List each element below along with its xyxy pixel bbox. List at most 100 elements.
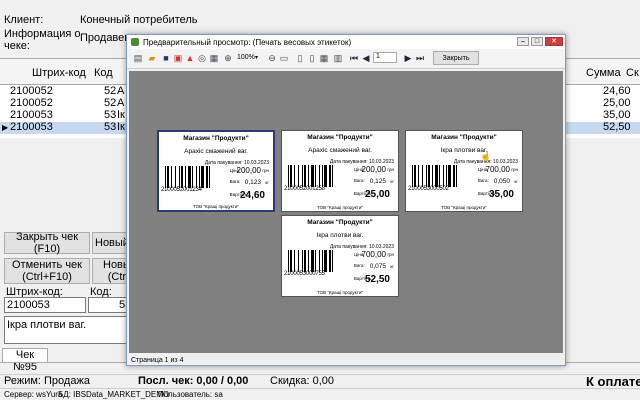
first-page-icon[interactable]: ⏮ <box>349 53 359 63</box>
page-status-text: Страница 1 из 4 <box>131 357 184 364</box>
db-text: БД: IBSData_MARKET_DEMO <box>58 390 170 399</box>
receipt-info-label: Информация о чеке: <box>4 28 81 52</box>
last-page-icon[interactable]: ⏭ <box>415 53 425 63</box>
next-page-icon[interactable]: ▶ <box>403 53 413 63</box>
label-total: 52,50 <box>364 274 390 285</box>
pdf-icon[interactable]: ▲ <box>185 53 195 63</box>
label-maker: ТОВ "Кращі продукти" <box>193 204 239 209</box>
dialog-titlebar[interactable]: Предварительный просмотр: (Печать весовы… <box>127 35 565 49</box>
client-label: Клиент: <box>4 14 44 26</box>
label-maker: ТОВ "Кращі продукти" <box>441 205 487 210</box>
col-barcode[interactable]: Штрих-код <box>32 67 86 79</box>
bottom-bar: Сервер: wsYura БД: IBSData_MARKET_DEMO П… <box>0 388 640 400</box>
label-price-unit: грн <box>262 168 269 173</box>
page-width-icon[interactable]: ▥ <box>333 53 343 63</box>
col-code[interactable]: Код <box>94 67 113 79</box>
label-price: 700,00 <box>485 165 510 174</box>
dialog-close-button[interactable]: Закрыть <box>433 51 479 65</box>
label-weight-key: Вага: <box>353 178 365 183</box>
one-page-icon[interactable]: ▯ <box>295 53 305 63</box>
label-total: 25,00 <box>364 189 390 200</box>
mouse-cursor-icon: ☝ <box>480 151 492 161</box>
label-weight-unit: кг <box>390 179 394 184</box>
barcode-input[interactable]: 2100053 <box>4 297 86 313</box>
label-weight-key: Вага: <box>477 178 489 183</box>
close-icon[interactable]: ✕ <box>545 37 563 46</box>
label-weight: 0,050 <box>493 178 510 185</box>
label-total: 35,00 <box>488 189 514 200</box>
zoom-out-icon[interactable]: ⊖ <box>267 53 277 63</box>
label-shop-name: Магазин "Продукти" <box>183 135 249 142</box>
new-receipt-button[interactable]: Новый <box>92 232 129 254</box>
save-icon[interactable]: ■ <box>161 53 171 63</box>
barcode-graphic <box>288 165 348 187</box>
barcode-graphic <box>412 165 472 187</box>
barcode-graphic <box>288 250 348 272</box>
label-product-name: Ікра плотви ваг. <box>316 232 364 239</box>
page-number-input[interactable]: 1 <box>373 52 397 63</box>
user-text: Пользователь: sa <box>158 390 223 399</box>
open-icon[interactable]: ▰ <box>147 53 157 63</box>
row-pointer-icon: ▶ <box>2 123 9 132</box>
zoom-in-icon[interactable]: ▭ <box>279 53 289 63</box>
tab-receipt[interactable]: Чек №95 <box>2 348 48 373</box>
two-page-icon[interactable]: ▯ <box>307 53 317 63</box>
client-value: Конечный потребитель <box>80 14 198 26</box>
label-shop-name: Магазин "Продукти" <box>307 134 373 141</box>
to-pay-text: К оплате <box>586 374 640 389</box>
weight-label-card: Магазин "Продукти" Арахіс смажений ваг. Да… <box>157 130 275 212</box>
discount-text: Скидка: 0,00 <box>270 375 335 387</box>
zoom-icon[interactable]: ⊕ <box>223 53 233 63</box>
label-price-unit: грн <box>387 252 394 257</box>
minimize-icon[interactable]: – <box>517 37 529 46</box>
weight-label-card: Магазин "Продукти" Ікра плотви ваг. Дата п… <box>281 215 399 297</box>
app-icon <box>131 38 139 46</box>
weight-label-card: Магазин "Продукти" Арахіс смажений ваг. Да… <box>281 130 399 212</box>
code-input[interactable]: 53 <box>88 297 131 313</box>
zoom-level[interactable]: 100% <box>237 54 255 61</box>
label-total: 24,60 <box>239 190 265 201</box>
maximize-icon[interactable]: □ <box>531 37 543 46</box>
close-receipt-button[interactable]: Закрыть чек (F10) <box>4 231 90 255</box>
label-weight-unit: кг <box>390 264 394 269</box>
col-discount[interactable]: Ск <box>626 67 639 79</box>
print-icon[interactable]: ▤ <box>133 53 143 63</box>
last-receipt-text: Посл. чек: 0,00 / 0,00 <box>138 375 249 387</box>
dialog-title: Предварительный просмотр: (Печать весовы… <box>143 38 352 47</box>
label-price-unit: грн <box>511 167 518 172</box>
weight-label-card: Магазин "Продукти" Ікра плотви ваг. Дата п… <box>405 130 523 212</box>
label-shop-name: Магазин "Продукти" <box>307 219 373 226</box>
mode-text: Режим: Продажа <box>4 375 90 387</box>
label-product-name: Арахіс смажений ваг. <box>308 147 372 154</box>
find-icon[interactable]: ◎ <box>197 53 207 63</box>
preview-canvas[interactable]: Магазин "Продукти" Арахіс смажений ваг. Да… <box>129 71 563 353</box>
label-weight: 0,075 <box>369 263 386 270</box>
prev-page-icon[interactable]: ◀ <box>361 53 371 63</box>
label-price: 700,00 <box>361 250 386 259</box>
product-name-field: Ікра плотви ваг. <box>4 316 128 344</box>
label-weight-unit: кг <box>265 180 269 185</box>
preview-dialog[interactable]: Предварительный просмотр: (Печать весовы… <box>126 34 566 366</box>
label-maker: ТОВ "Кращі продукти" <box>317 205 363 210</box>
barcode-graphic <box>165 166 225 188</box>
label-weight: 0,125 <box>369 178 386 185</box>
label-price: 200,00 <box>236 166 261 175</box>
label-maker: ТОВ "Кращі продукти" <box>317 290 363 295</box>
multi-page-icon[interactable]: ▦ <box>319 53 329 63</box>
label-weight-unit: кг <box>514 179 518 184</box>
server-text: Сервер: wsYura <box>4 390 63 399</box>
label-shop-name: Магазин "Продукти" <box>431 134 497 141</box>
cancel-receipt-button[interactable]: Отменить чек (Ctrl+F10) <box>4 258 90 284</box>
label-weight-key: Вага: <box>353 263 365 268</box>
new-item-button[interactable]: Новы (Ctr <box>92 258 131 284</box>
page-setup-icon[interactable]: ▦ <box>209 53 219 63</box>
zoom-dropdown-icon[interactable]: ▾ <box>255 54 258 61</box>
dialog-status-bar: Страница 1 из 4 <box>127 354 565 366</box>
export-icon[interactable]: ▣ <box>173 53 183 63</box>
label-product-name: Ікра плотви ваг. <box>440 147 488 154</box>
label-product-name: Арахіс смажений ваг. <box>184 148 248 155</box>
col-sum[interactable]: Сумма <box>586 67 621 79</box>
label-weight: 0,123 <box>244 179 261 186</box>
label-weight-key: Вага: <box>229 179 241 184</box>
dialog-toolbar: ▤ ▰ ■ ▣ ▲ ◎ ▦ ⊕ 100% ▾ ⊖ ▭ ▯ ▯ ▦ ▥ ⏮ ◀ 1… <box>127 49 565 69</box>
